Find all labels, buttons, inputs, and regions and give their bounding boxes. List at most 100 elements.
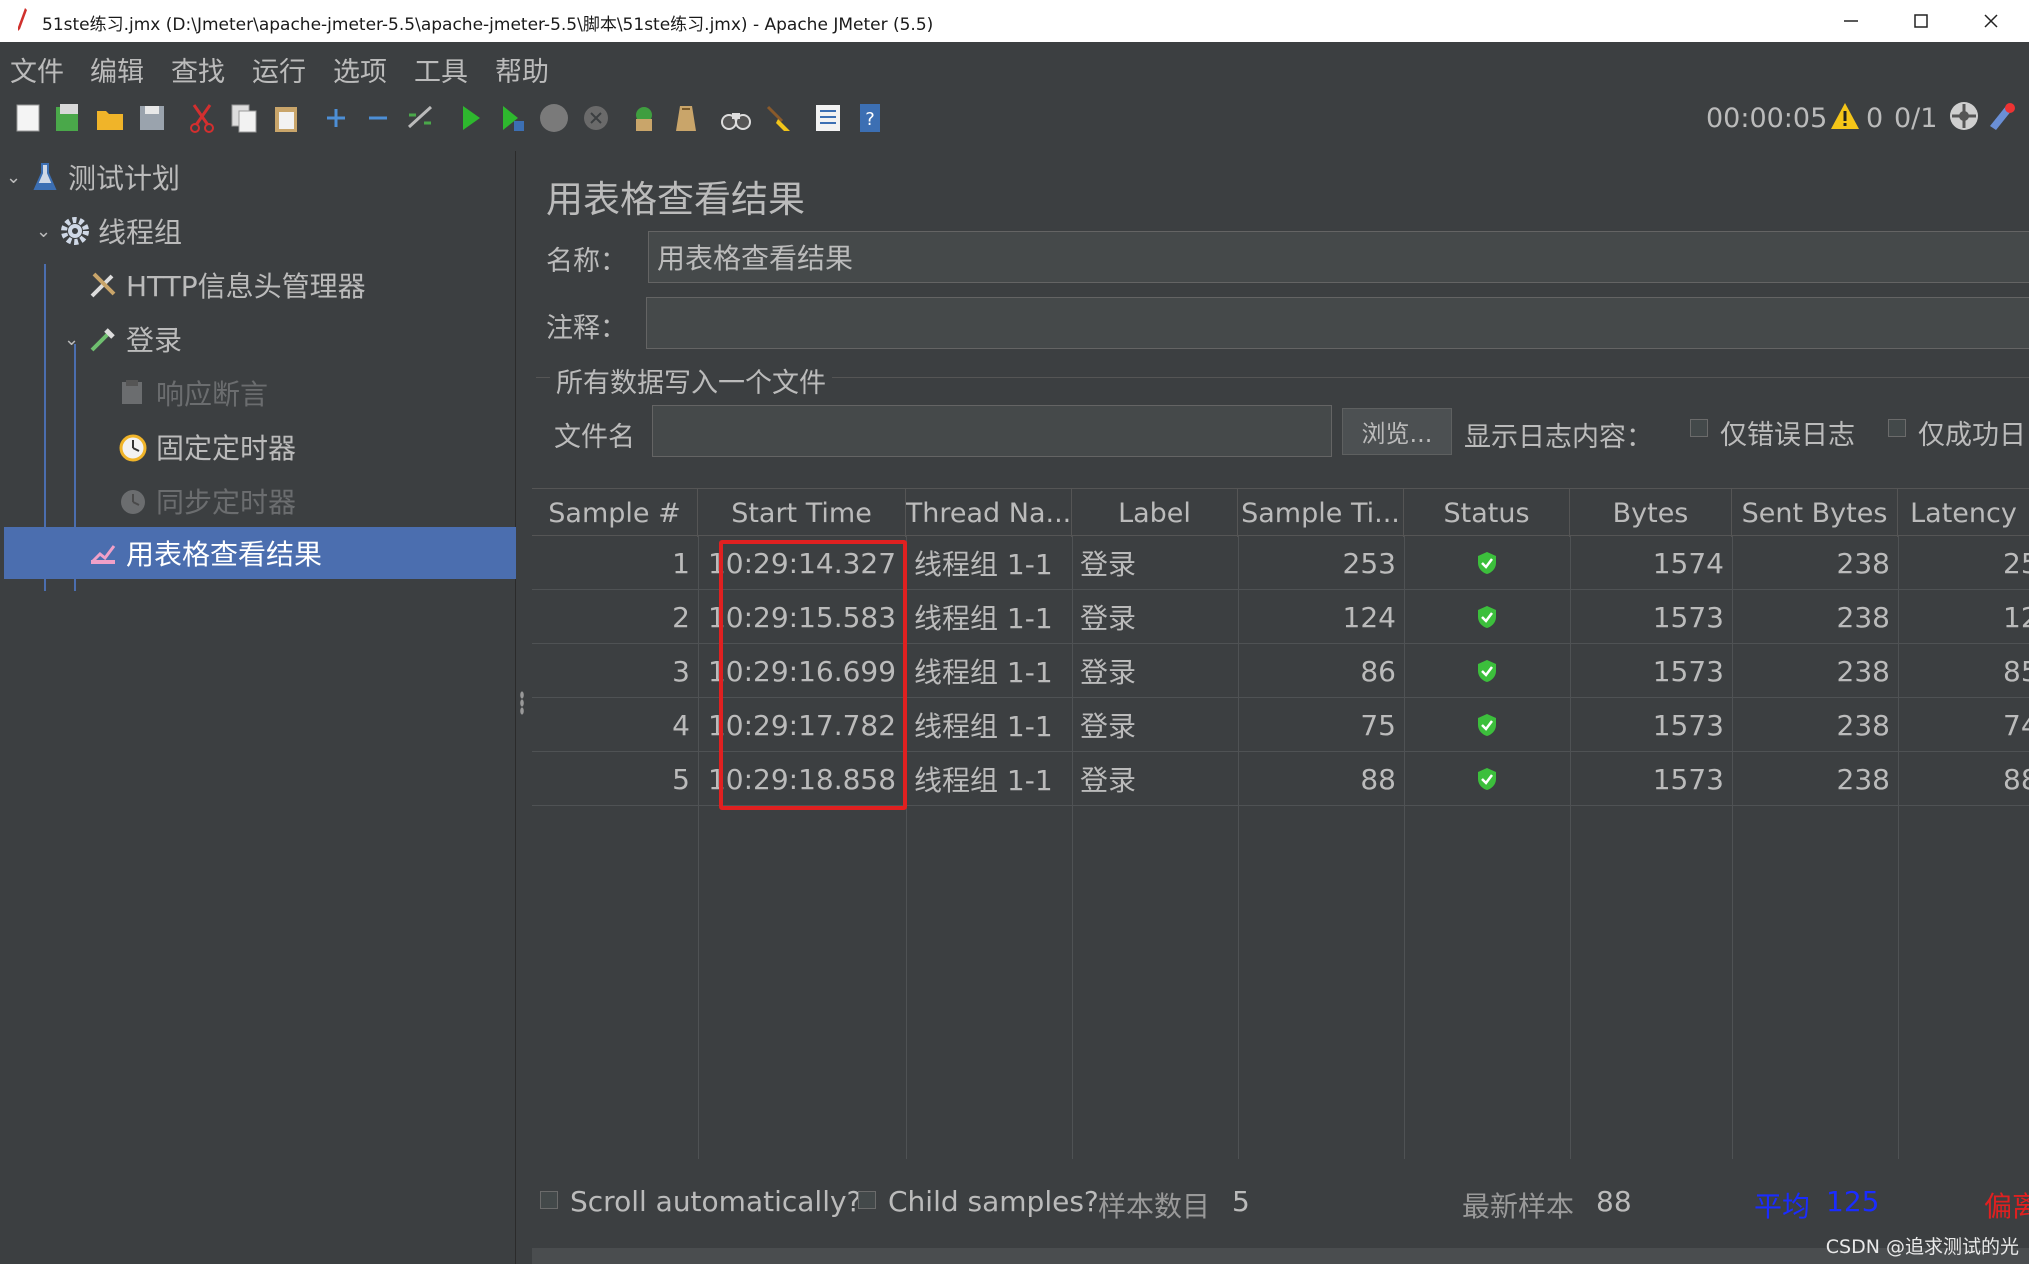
collapse-button[interactable] bbox=[362, 101, 394, 135]
menu-options[interactable]: 选项 bbox=[333, 50, 387, 89]
log-viewer-icon[interactable] bbox=[1986, 100, 2018, 132]
shutdown-icon bbox=[584, 106, 608, 130]
cell-thread-name: 线程组 1-1 bbox=[914, 710, 1053, 743]
stop-icon bbox=[540, 104, 568, 132]
broom-icon bbox=[766, 105, 790, 131]
stop-button[interactable] bbox=[538, 101, 570, 135]
horizontal-scrollbar[interactable] bbox=[532, 1248, 2029, 1264]
column-header[interactable]: Thread Na... bbox=[906, 489, 1072, 537]
tree-node-test-plan[interactable]: ⌄ 测试计划 bbox=[6, 151, 506, 203]
shutdown-button[interactable] bbox=[580, 101, 612, 135]
cell-thread-name: 线程组 1-1 bbox=[914, 548, 1053, 581]
tree-node-response-assertion[interactable]: 响应断言 bbox=[116, 367, 506, 419]
wrench-icon bbox=[90, 272, 116, 298]
panel-title: 用表格查看结果 bbox=[546, 178, 805, 221]
cell-latency: 85 bbox=[2003, 654, 2029, 688]
start-button[interactable] bbox=[454, 101, 486, 135]
column-header[interactable]: Start Time bbox=[698, 489, 906, 537]
column-header[interactable]: Sent Bytes bbox=[1732, 489, 1898, 537]
chevron-down-icon[interactable]: ⌄ bbox=[6, 167, 28, 188]
cell-thread-name: 线程组 1-1 bbox=[914, 602, 1053, 635]
column-header[interactable]: Sample Ti... bbox=[1238, 489, 1404, 537]
column-header[interactable]: Status bbox=[1404, 489, 1570, 537]
open-button[interactable] bbox=[94, 101, 126, 135]
filename-field[interactable] bbox=[652, 405, 1332, 457]
chevron-down-icon[interactable]: ⌄ bbox=[64, 329, 86, 350]
clear-all-button[interactable] bbox=[670, 101, 702, 135]
menu-tools[interactable]: 工具 bbox=[414, 50, 468, 89]
maximize-button[interactable] bbox=[1886, 0, 1956, 42]
toggle-button[interactable] bbox=[404, 101, 436, 135]
comment-field[interactable] bbox=[646, 297, 2029, 349]
expand-button[interactable] bbox=[320, 101, 352, 135]
sample-count-label: 样本数目 bbox=[1098, 1190, 1211, 1223]
cell-sample-number: 3 bbox=[672, 654, 690, 688]
search-button[interactable] bbox=[720, 101, 752, 135]
remote-icon[interactable] bbox=[1948, 100, 1980, 132]
cell-sent-bytes: 238 bbox=[1836, 546, 1890, 580]
average-value: 125 bbox=[1826, 1185, 1880, 1218]
title-bar: 51ste练习.jmx (D:\Jmeter\apache-jmeter-5.5… bbox=[0, 0, 2029, 42]
tree-label: HTTP信息头管理器 bbox=[126, 270, 366, 303]
menu-run[interactable]: 运行 bbox=[252, 50, 306, 89]
column-header[interactable]: Label bbox=[1072, 489, 1238, 537]
menu-bar: 文件 编辑 查找 运行 选项 工具 帮助 bbox=[0, 42, 2029, 89]
function-helper-button[interactable] bbox=[812, 101, 844, 135]
start-icon bbox=[463, 106, 480, 130]
child-samples-checkbox[interactable] bbox=[858, 1191, 876, 1209]
reset-search-button[interactable] bbox=[762, 101, 794, 135]
cell-latency: 123 bbox=[2003, 600, 2029, 634]
tree-node-login-sampler[interactable]: ⌄ 登录 bbox=[64, 313, 506, 365]
templates-button[interactable] bbox=[52, 101, 84, 135]
menu-file[interactable]: 文件 bbox=[10, 50, 64, 89]
menu-help[interactable]: 帮助 bbox=[495, 50, 549, 89]
success-shield-icon bbox=[1478, 660, 1496, 682]
menu-search[interactable]: 查找 bbox=[171, 50, 225, 89]
new-button[interactable] bbox=[12, 101, 44, 135]
panel-splitter[interactable] bbox=[516, 151, 528, 1264]
column-header[interactable]: Latency bbox=[1898, 489, 2029, 537]
close-button[interactable] bbox=[1956, 0, 2026, 42]
cell-thread-name: 线程组 1-1 bbox=[914, 656, 1053, 689]
tree-label: 测试计划 bbox=[68, 162, 181, 195]
copy-button[interactable] bbox=[228, 101, 260, 135]
cell-status bbox=[1404, 752, 1570, 806]
function-helper-icon bbox=[816, 105, 840, 131]
table-header: Sample # Start Time Thread Na... Label S… bbox=[532, 488, 2029, 537]
clear-button[interactable] bbox=[628, 101, 660, 135]
jmeter-window: 51ste练习.jmx (D:\Jmeter\apache-jmeter-5.5… bbox=[0, 0, 2029, 1264]
pipette-icon bbox=[90, 328, 115, 352]
tree-node-http-header-manager[interactable]: HTTP信息头管理器 bbox=[86, 259, 506, 311]
sync-timer-icon bbox=[121, 490, 145, 514]
splitter-grip[interactable] bbox=[520, 691, 524, 715]
paste-button[interactable] bbox=[270, 101, 302, 135]
tree-node-thread-group[interactable]: ⌄ 线程组 bbox=[36, 205, 506, 257]
name-field[interactable]: 用表格查看结果 bbox=[648, 231, 2029, 283]
tree-label: 线程组 bbox=[98, 216, 183, 249]
save-button[interactable] bbox=[136, 101, 168, 135]
scroll-auto-checkbox[interactable] bbox=[540, 1191, 558, 1209]
help-button[interactable]: ? bbox=[854, 101, 886, 135]
cell-label: 登录 bbox=[1080, 602, 1137, 635]
errors-only-checkbox[interactable] bbox=[1690, 419, 1708, 437]
warning-icon[interactable] bbox=[1830, 101, 1860, 131]
tree-node-constant-timer[interactable]: 固定定时器 bbox=[116, 421, 506, 473]
tree-node-sync-timer[interactable]: 同步定时器 bbox=[116, 475, 506, 527]
start-no-pause-button[interactable] bbox=[496, 101, 528, 135]
tree-label: 固定定时器 bbox=[156, 432, 297, 465]
help-icon: ? bbox=[860, 104, 880, 132]
cell-bytes: 1574 bbox=[1652, 546, 1724, 580]
log-content-label: 显示日志内容： bbox=[1464, 422, 1653, 453]
cell-sample-time: 75 bbox=[1360, 708, 1396, 742]
column-header[interactable]: Bytes bbox=[1570, 489, 1732, 537]
browse-button[interactable]: 浏览... bbox=[1342, 408, 1452, 455]
menu-edit[interactable]: 编辑 bbox=[90, 50, 144, 89]
success-only-checkbox[interactable] bbox=[1888, 419, 1906, 437]
cut-button[interactable] bbox=[186, 101, 218, 135]
minimize-button[interactable] bbox=[1816, 0, 1886, 42]
chevron-down-icon[interactable]: ⌄ bbox=[36, 221, 58, 242]
column-header[interactable]: Sample # bbox=[532, 489, 698, 537]
latest-sample-label: 最新样本 bbox=[1462, 1190, 1575, 1223]
tree-node-view-results-table[interactable]: 用表格查看结果 bbox=[4, 527, 516, 579]
cut-icon bbox=[190, 104, 214, 133]
